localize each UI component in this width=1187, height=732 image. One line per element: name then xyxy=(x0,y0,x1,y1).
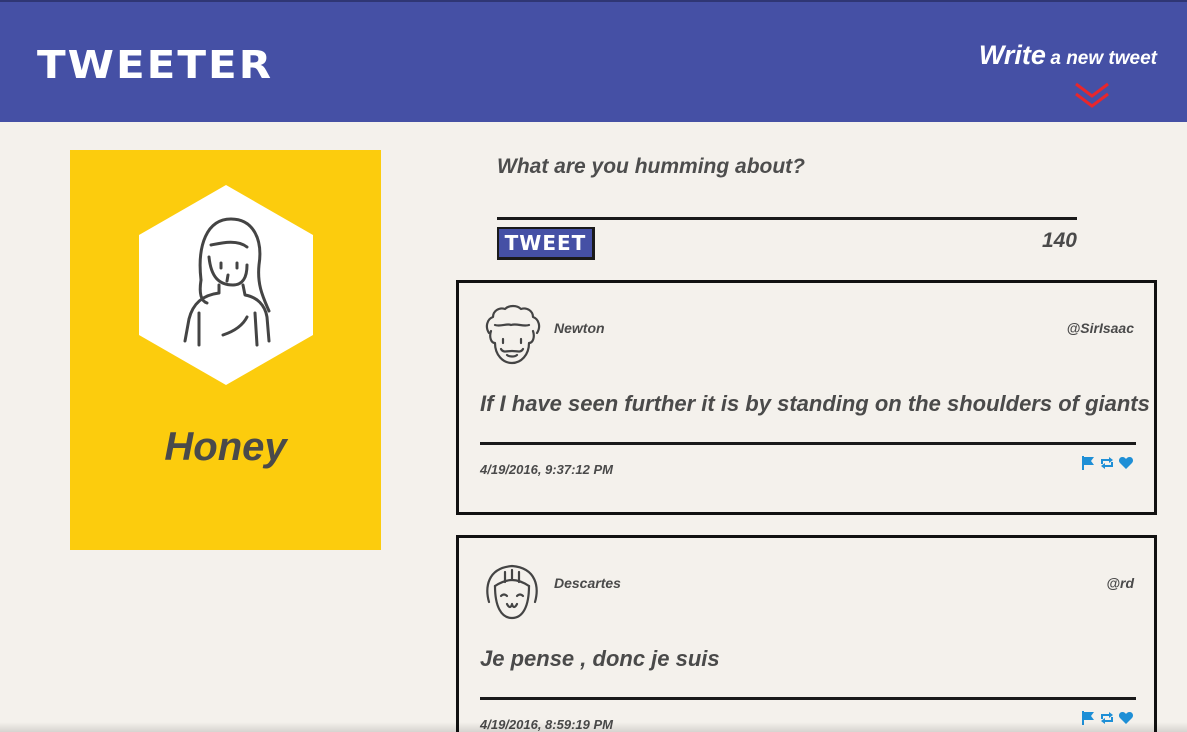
tweet-author-name: Newton xyxy=(554,320,605,336)
character-counter: 140 xyxy=(1041,229,1077,252)
app-logo: TWEETER xyxy=(37,41,274,88)
tweet-author-handle[interactable]: @rd xyxy=(1106,575,1134,591)
tweet-author-handle[interactable]: @SirIsaac xyxy=(1067,320,1134,336)
retweet-icon[interactable] xyxy=(1099,455,1115,471)
tweet-card: Descartes @rd Je pense , donc je suis 4/… xyxy=(456,535,1157,732)
curly-hair-man-avatar-icon xyxy=(485,304,541,365)
profile-card: Honey xyxy=(70,150,381,550)
tweet-submit-button[interactable]: TWEET xyxy=(497,227,595,260)
top-nav-bar: TWEETER Write a new tweet xyxy=(0,0,1187,122)
write-new-tweet-toggle[interactable]: Write a new tweet xyxy=(979,40,1157,71)
flag-icon[interactable] xyxy=(1080,455,1096,471)
tweet-compose-input[interactable]: What are you humming about? xyxy=(497,155,805,179)
tweet-timestamp: 4/19/2016, 9:37:12 PM xyxy=(480,462,613,477)
compose-toggle-label: a new tweet xyxy=(1050,48,1157,69)
tweet-divider xyxy=(480,697,1136,700)
compose-toggle-word-write: Write xyxy=(978,40,1046,70)
profile-name: Honey xyxy=(164,425,287,469)
tweet-card: Newton @SirIsaac If I have seen further … xyxy=(456,280,1157,515)
tweet-divider xyxy=(480,442,1136,445)
heart-icon[interactable] xyxy=(1118,455,1134,471)
tweet-actions xyxy=(1080,455,1134,471)
double-chevron-down-icon[interactable] xyxy=(1072,80,1112,112)
tweet-text: Je pense , donc je suis xyxy=(480,646,720,671)
compose-divider xyxy=(497,217,1077,220)
bob-hair-smiling-avatar-icon xyxy=(486,564,538,620)
tweet-text: If I have seen further it is by standing… xyxy=(480,391,1150,416)
window-bottom-edge xyxy=(0,722,1187,732)
tweet-author-name: Descartes xyxy=(554,575,621,591)
profile-avatar xyxy=(139,185,313,385)
